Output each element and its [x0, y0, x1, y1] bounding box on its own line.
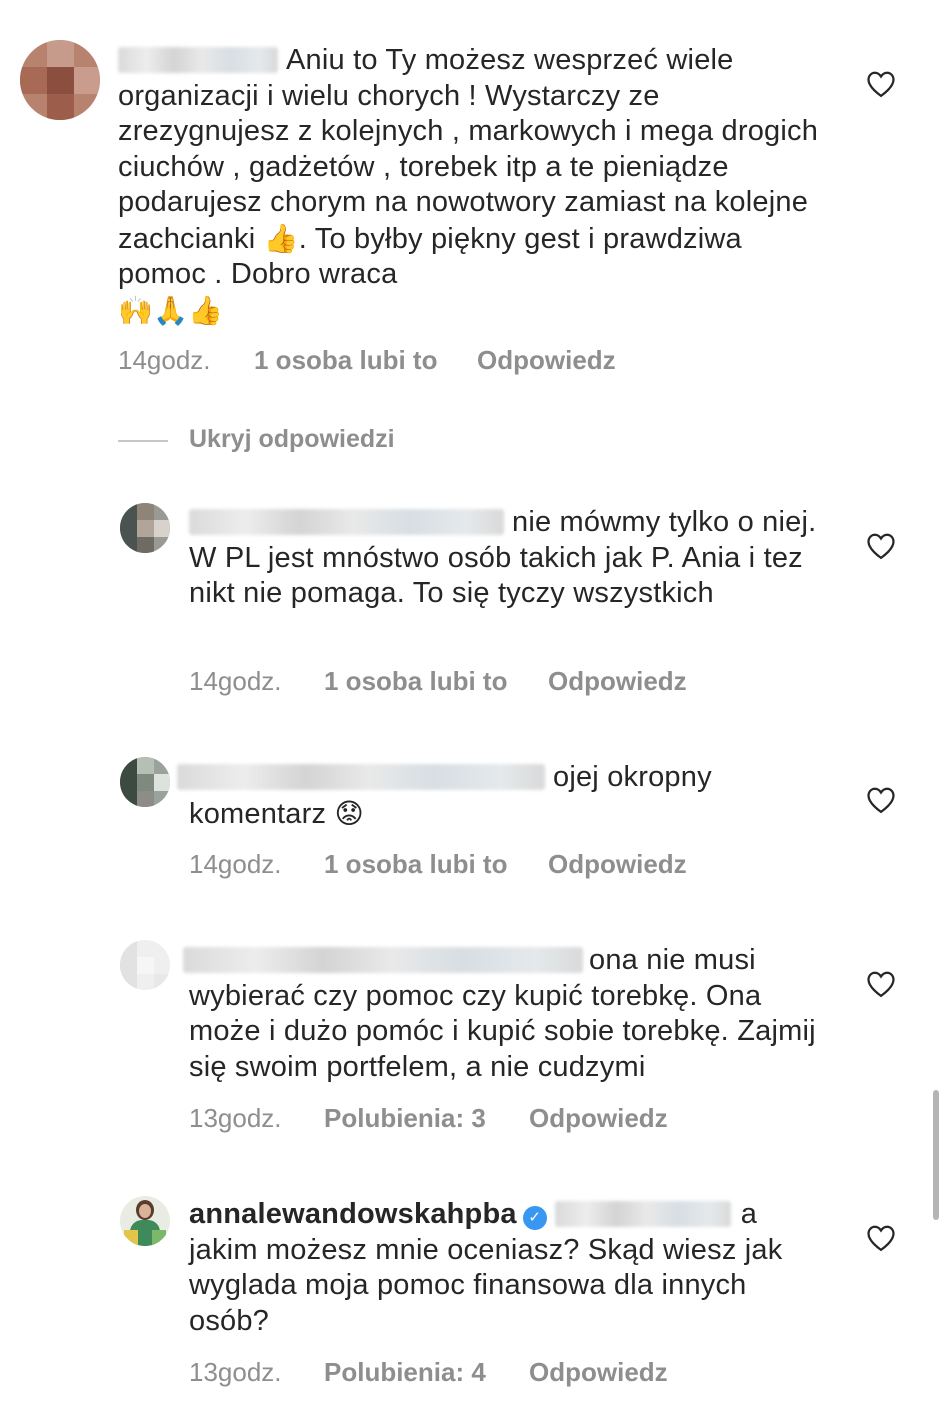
comment-text: ona nie musi wybierać czy pomoc czy kupi… [183, 943, 829, 1085]
avatar[interactable] [20, 40, 100, 120]
likes-count-link[interactable]: 1 osoba lubi to [324, 849, 507, 880]
scrollbar[interactable] [933, 1090, 939, 1220]
username-blurred[interactable] [183, 947, 583, 973]
comment-time: 13godz. [189, 1357, 282, 1387]
replies-divider-line [118, 440, 168, 442]
comment-time: 14godz. [118, 345, 211, 375]
reply-button[interactable]: Odpowiedz [548, 849, 687, 880]
comment-text: Aniu to Ty możesz wesprzeć wiele organiz… [118, 44, 819, 327]
raised-hands-pray-thumbs-icon: 🙌🙏👍 [118, 293, 224, 327]
avatar[interactable] [120, 940, 170, 990]
reply-button[interactable]: Odpowiedz [548, 666, 687, 697]
like-heart-icon[interactable] [866, 532, 896, 560]
likes-count-link[interactable]: 1 osoba lubi to [254, 345, 437, 376]
verified-badge-icon: ✓ [522, 1205, 547, 1230]
comment-username[interactable]: annalewandowskahpba [189, 1198, 517, 1230]
comment-text: nie mówmy tylko o niej. W PL jest mnóstw… [189, 506, 817, 609]
likes-count-link[interactable]: 1 osoba lubi to [324, 666, 507, 697]
username-blurred[interactable] [189, 509, 504, 535]
comment-time: 14godz. [189, 666, 282, 696]
like-heart-icon[interactable] [866, 70, 896, 98]
comment-time: 13godz. [189, 1103, 282, 1133]
worried-face-icon: 😟 [334, 796, 364, 830]
likes-count-link[interactable]: Polubienia: 3 [324, 1103, 486, 1134]
thumbs-up-icon: 👍 [263, 221, 299, 255]
hide-replies-button[interactable]: Ukryj odpowiedzi [189, 425, 395, 454]
mention-blurred[interactable] [554, 1201, 731, 1227]
username-blurred[interactable] [118, 47, 278, 73]
avatar[interactable] [120, 757, 170, 807]
like-heart-icon[interactable] [866, 786, 896, 814]
comment-text: annalewandowskahpba ✓ a jakim możesz mnie … [189, 1198, 783, 1337]
comment-time: 14godz. [189, 849, 282, 879]
reply-button[interactable]: Odpowiedz [477, 345, 616, 376]
avatar[interactable] [120, 1196, 170, 1246]
username-blurred[interactable] [177, 764, 545, 790]
avatar[interactable] [120, 503, 170, 553]
like-heart-icon[interactable] [866, 970, 896, 998]
comment-text: ojej okropny komentarz 😟 [177, 760, 829, 832]
reply-button[interactable]: Odpowiedz [529, 1357, 668, 1388]
like-heart-icon[interactable] [866, 1224, 896, 1252]
likes-count-link[interactable]: Polubienia: 4 [324, 1357, 486, 1388]
reply-button[interactable]: Odpowiedz [529, 1103, 668, 1134]
